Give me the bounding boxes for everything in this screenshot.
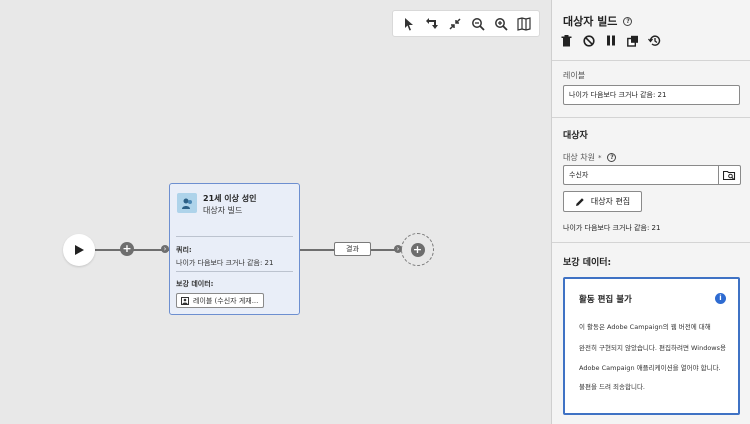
query-text: 나이가 다음보다 크거나 같음: 21: [176, 259, 274, 267]
label-chip-text: 레이블 (수신자 게재...: [193, 296, 259, 305]
divider: [176, 236, 293, 237]
divider: [176, 271, 293, 272]
audience-heading: 대상자: [563, 131, 588, 141]
zoom-out-icon[interactable]: [468, 14, 488, 34]
map-icon[interactable]: [514, 14, 534, 34]
target-dimension-label: 대상 차원 * ?: [563, 152, 617, 163]
node-subtitle: 대상자 빌드: [203, 206, 243, 215]
alert-title: 활동 편집 불가: [579, 295, 632, 305]
label-chip[interactable]: 레이블 (수신자 게재...: [176, 293, 264, 308]
insert-activity-button[interactable]: +: [120, 242, 134, 256]
pencil-icon: [575, 197, 584, 206]
panel-actions: [560, 34, 661, 47]
panel-title-text: 대상자 빌드: [563, 15, 618, 28]
plus-icon: +: [410, 242, 425, 257]
rotate-icon[interactable]: [422, 14, 442, 34]
node-title: 21세 이상 성인: [203, 194, 257, 203]
build-audience-node[interactable]: 21세 이상 성인 대상자 빌드 쿼리: 나이가 다음보다 크거나 같음: 21…: [169, 183, 300, 315]
target-dimension-input[interactable]: 수신자: [563, 165, 718, 185]
query-label: 쿼리:: [176, 246, 192, 254]
divider: [552, 60, 750, 61]
alert-text: 불편을 드려 죄송합니다.: [579, 383, 645, 391]
person-card-icon: [181, 296, 189, 305]
not-editable-alert: 활동 편집 불가 i 이 활동은 Adobe Campaign의 웹 버전에 대…: [563, 277, 740, 415]
node-input-port: ›: [161, 245, 169, 253]
divider: [552, 242, 750, 243]
add-activity-placeholder[interactable]: +: [401, 233, 434, 266]
workflow-canvas[interactable]: + › 21세 이상 성인 대상자 빌드 쿼리: 나이가 다음보다 크거나 같음…: [0, 0, 551, 424]
start-play-button[interactable]: [63, 234, 95, 266]
target-dimension-label-text: 대상 차원: [563, 153, 595, 162]
alert-text: 이 활동은 Adobe Campaign의 웹 버전에 대해: [579, 323, 711, 331]
disable-icon[interactable]: [582, 34, 595, 47]
folder-search-icon: [723, 170, 736, 180]
edit-audience-label: 대상자 편집: [590, 197, 631, 206]
label-field-label: 레이블: [563, 71, 586, 80]
canvas-toolbar: [392, 10, 540, 37]
help-icon[interactable]: ?: [607, 153, 617, 162]
result-label[interactable]: 결과: [334, 242, 371, 256]
divider: [552, 117, 750, 118]
history-icon[interactable]: [648, 34, 661, 47]
collapse-icon[interactable]: [445, 14, 465, 34]
audience-icon: [177, 193, 197, 213]
select-icon[interactable]: [399, 14, 419, 34]
required-mark: *: [597, 153, 602, 162]
zoom-in-icon[interactable]: [491, 14, 511, 34]
panel-title: 대상자 빌드 ?: [563, 13, 633, 29]
delete-icon[interactable]: [560, 34, 573, 47]
info-icon: i: [715, 293, 726, 304]
label-input[interactable]: 나이가 다음보다 크거나 같음: 21: [563, 85, 740, 105]
help-icon[interactable]: ?: [623, 16, 633, 26]
alert-text: 완전히 구현되지 않았습니다. 편집하려면 Windows용: [579, 344, 726, 352]
dimension-browse-button[interactable]: [718, 165, 741, 185]
enrichment-heading: 보강 데이터:: [563, 258, 612, 268]
copy-icon[interactable]: [626, 34, 639, 47]
alert-text: Adobe Campaign 애플리케이션을 열어야 합니다.: [579, 364, 721, 372]
audience-summary: 나이가 다음보다 크거나 같음: 21: [563, 224, 661, 232]
properties-panel: 대상자 빌드 ? 레이블 나이가 다음보다 크거나 같음: 21 대상자 대상 …: [551, 0, 750, 424]
supplement-label: 보강 데이터:: [176, 280, 214, 288]
pause-icon[interactable]: [604, 34, 617, 47]
edit-audience-button[interactable]: 대상자 편집: [563, 191, 642, 212]
